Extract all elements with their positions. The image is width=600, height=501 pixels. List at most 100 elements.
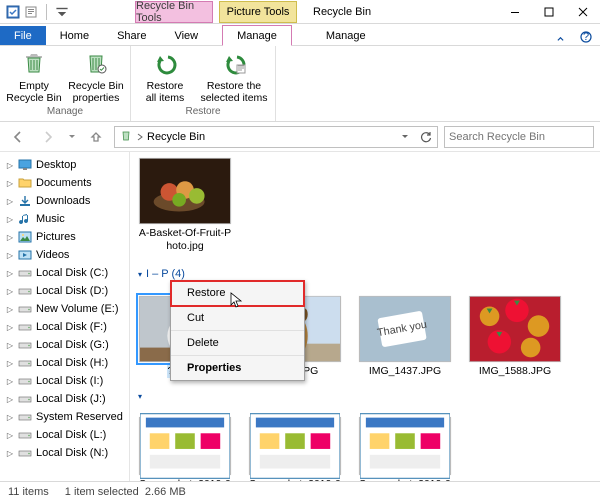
status-item-count: 11 items: [8, 486, 49, 498]
file-thumbnail: [139, 158, 231, 224]
drive-icon: [18, 284, 32, 298]
qat-dropdown-icon[interactable]: [55, 5, 69, 19]
video-icon: [18, 248, 32, 262]
tab-home[interactable]: Home: [46, 26, 103, 45]
status-selection: 1 item selected 2.66 MB: [65, 486, 186, 498]
pictures-icon: [18, 230, 32, 244]
nav-item-label: New Volume (E:): [36, 303, 119, 315]
nav-pane[interactable]: ▷Desktop▷Documents▷Downloads▷Music▷Pictu…: [0, 152, 130, 481]
group-header[interactable]: ▾I – P (4): [138, 268, 592, 280]
nav-item-label: Local Disk (L:): [36, 429, 106, 441]
drive-icon: [18, 410, 32, 424]
ribbon-collapse-icon[interactable]: [549, 34, 572, 45]
file-thumbnail: Thank you: [359, 296, 451, 362]
tab-manage-recycle[interactable]: Manage: [222, 25, 292, 46]
file-name-label: IMG_1437.JPG: [369, 365, 441, 378]
nav-item-label: Local Disk (C:): [36, 267, 108, 279]
address-bar[interactable]: Recycle Bin: [114, 126, 438, 148]
tab-view[interactable]: View: [160, 26, 212, 45]
file-thumbnail: [469, 296, 561, 362]
file-thumbnail: [359, 417, 451, 475]
drive-icon: [18, 392, 32, 406]
file-item[interactable]: A-Basket-Of-Fruit-Photo.jpg: [138, 158, 232, 252]
contextual-tab-picture[interactable]: Picture Tools: [219, 1, 297, 23]
nav-item[interactable]: ▷Videos: [0, 246, 129, 264]
context-menu-delete[interactable]: Delete: [171, 331, 304, 356]
group-header-label: I – P (4): [146, 268, 185, 280]
nav-item-label: Downloads: [36, 195, 90, 207]
tab-file[interactable]: File: [0, 26, 46, 45]
contextual-tabs: Recycle Bin Tools Picture Tools: [135, 0, 297, 23]
refresh-icon[interactable]: [419, 130, 433, 144]
drive-icon: [18, 338, 32, 352]
maximize-button[interactable]: [532, 1, 566, 23]
group-header[interactable]: ▾: [138, 392, 592, 401]
file-thumbnail: [249, 417, 341, 475]
ribbon-group-manage: Empty Recycle Bin Recycle Bin properties…: [0, 46, 131, 121]
recycle-bin-properties-button[interactable]: Recycle Bin properties: [68, 48, 124, 104]
folder-icon: [18, 176, 32, 190]
nav-item[interactable]: ▷New Volume (E:): [0, 300, 129, 318]
recycle-bin-icon: [119, 128, 133, 145]
file-thumbnail: [139, 417, 231, 475]
nav-item[interactable]: ▷Local Disk (J:): [0, 390, 129, 408]
nav-item[interactable]: ▷Pictures: [0, 228, 129, 246]
help-icon[interactable]: ?: [572, 29, 600, 45]
context-menu-properties[interactable]: Properties: [171, 356, 304, 380]
context-menu-cut[interactable]: Cut: [171, 306, 304, 331]
drive-icon: [18, 356, 32, 370]
nav-item-label: Local Disk (G:): [36, 339, 109, 351]
chevron-down-icon: ▾: [138, 392, 142, 401]
drive-icon: [18, 320, 32, 334]
file-item[interactable]: Thank you IMG_1437.JPG: [358, 296, 452, 378]
nav-up-button[interactable]: [84, 125, 108, 149]
drive-icon: [18, 374, 32, 388]
nav-item[interactable]: ▷Local Disk (D:): [0, 282, 129, 300]
close-button[interactable]: [566, 1, 600, 23]
search-input[interactable]: [449, 131, 591, 143]
nav-back-button[interactable]: [6, 125, 30, 149]
breadcrumb-chevron-icon: [137, 133, 143, 141]
nav-item[interactable]: ▷Local Disk (F:): [0, 318, 129, 336]
nav-item-label: Local Disk (F:): [36, 321, 107, 333]
nav-item-label: Local Disk (J:): [36, 393, 106, 405]
drive-icon: [18, 302, 32, 316]
nav-item[interactable]: ▷Local Disk (L:): [0, 426, 129, 444]
file-item[interactable]: Screenshot_2019-06-13-22-56-05.png: [248, 417, 342, 481]
nav-item-label: Desktop: [36, 159, 76, 171]
address-dropdown-icon[interactable]: [401, 133, 409, 141]
ribbon-tabs: File Home Share View Manage Manage ?: [0, 24, 600, 46]
file-item[interactable]: IMG_1588.JPG: [468, 296, 562, 378]
nav-item[interactable]: ▷Local Disk (H:): [0, 354, 129, 372]
tab-share[interactable]: Share: [103, 26, 160, 45]
nav-item[interactable]: ▷System Reserved: [0, 408, 129, 426]
nav-item[interactable]: ▷Local Disk (N:): [0, 444, 129, 462]
empty-recycle-bin-button[interactable]: Empty Recycle Bin: [6, 48, 62, 104]
contextual-tab-recycle[interactable]: Recycle Bin Tools: [135, 1, 213, 23]
nav-item[interactable]: ▷Local Disk (I:): [0, 372, 129, 390]
restore-selected-button[interactable]: Restore the selected items: [199, 48, 269, 104]
file-item[interactable]: Screenshot_2019-06-13-22-56-15.png: [358, 417, 452, 481]
nav-item-label: Local Disk (I:): [36, 375, 103, 387]
nav-item-label: Pictures: [36, 231, 76, 243]
nav-item-label: Local Disk (H:): [36, 357, 108, 369]
properties-icon[interactable]: [24, 5, 38, 19]
nav-item[interactable]: ▷Downloads: [0, 192, 129, 210]
restore-all-button[interactable]: Restore all items: [137, 48, 193, 104]
nav-item[interactable]: ▷Local Disk (C:): [0, 264, 129, 282]
nav-item-label: Local Disk (N:): [36, 447, 108, 459]
file-list[interactable]: A-Basket-Of-Fruit-Photo.jpg▾I – P (4)??.…: [130, 152, 600, 481]
minimize-button[interactable]: [498, 1, 532, 23]
drive-icon: [18, 428, 32, 442]
nav-history-button[interactable]: [66, 125, 78, 149]
file-item[interactable]: Screenshot_2019-06-13-22-44-51.png: [138, 417, 232, 481]
nav-item[interactable]: ▷Music: [0, 210, 129, 228]
nav-item[interactable]: ▷Local Disk (G:): [0, 336, 129, 354]
nav-item[interactable]: ▷Documents: [0, 174, 129, 192]
tab-manage-picture[interactable]: Manage: [312, 26, 380, 45]
nav-forward-button[interactable]: [36, 125, 60, 149]
window-controls: [498, 1, 600, 23]
nav-item[interactable]: ▷Desktop: [0, 156, 129, 174]
search-box[interactable]: [444, 126, 594, 148]
app-icon: [6, 5, 20, 19]
